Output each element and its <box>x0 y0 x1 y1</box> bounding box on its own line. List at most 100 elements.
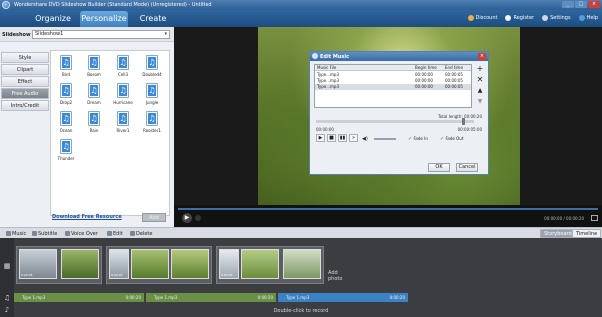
music-file-icon <box>117 83 129 98</box>
seek-slider[interactable] <box>316 118 474 125</box>
music-file-item[interactable]: Ocean <box>54 111 78 135</box>
audio-clip[interactable]: Type 1.mp3 0:00:20 <box>278 293 408 302</box>
trim-button[interactable]: ▮▮ <box>338 134 347 142</box>
slide-thumbnail[interactable]: 0:00:05 <box>109 249 129 279</box>
music-file-item[interactable]: Thunder <box>54 139 78 163</box>
close-window-button[interactable]: × <box>588 1 600 8</box>
playback-progress[interactable] <box>178 208 598 210</box>
add-photo-placeholder[interactable]: Add photo <box>328 270 342 282</box>
music-file-item[interactable]: Rain <box>82 111 106 135</box>
maximize-button[interactable]: □ <box>575 1 587 8</box>
tab-timeline[interactable]: Timeline <box>572 229 602 238</box>
slide-thumbnail[interactable] <box>171 249 209 279</box>
column-header[interactable]: End time <box>445 65 463 71</box>
music-button[interactable]: Music <box>6 231 26 237</box>
music-file-label: Dream <box>87 100 101 105</box>
download-free-resource-link[interactable]: Download Free Resource <box>52 214 122 220</box>
discount-link[interactable]: Discount <box>467 15 497 21</box>
music-file-item[interactable]: Rooster1 <box>140 111 164 135</box>
ok-button[interactable]: OK <box>428 163 450 172</box>
music-file-item[interactable]: River1 <box>111 111 135 135</box>
edit-button[interactable]: Edit <box>107 231 123 237</box>
audio-clip-name: Type 1.mp3 <box>154 295 178 300</box>
slide-group[interactable]: 0:00:05 <box>216 246 324 284</box>
music-file-item[interactable]: Dream <box>82 83 106 107</box>
minimize-button[interactable]: _ <box>562 1 574 8</box>
slideshow-select[interactable]: Slideshow1 ▾ <box>32 30 170 39</box>
table-row[interactable]: Type...mp3 00:00:00 00:00:05 <box>315 84 471 90</box>
column-header[interactable]: Begin time <box>415 65 437 71</box>
move-up-button[interactable]: ▲ <box>475 86 485 96</box>
category-style[interactable]: Style <box>1 52 49 63</box>
category-intro-credit[interactable]: Intro/Credit <box>1 100 49 111</box>
fullscreen-icon[interactable] <box>591 215 598 221</box>
seek-handle[interactable] <box>461 118 465 125</box>
fade-in-checkbox[interactable]: ✓ Fade In <box>408 136 428 142</box>
play-button[interactable]: ▶ <box>316 134 325 142</box>
slide-thumbnail[interactable] <box>61 249 99 279</box>
music-file-item[interactable]: Doubled4 <box>140 55 164 79</box>
music-file-item[interactable]: Bird <box>54 55 78 79</box>
fade-out-checkbox[interactable]: ✓ Fade Out <box>440 136 463 142</box>
add-button[interactable]: Add <box>142 213 166 222</box>
cancel-button[interactable]: Cancel <box>456 163 478 172</box>
delete-icon <box>130 231 135 236</box>
category-clipart[interactable]: Clipart <box>1 64 49 75</box>
voice-over-label: Voice Over <box>71 231 98 237</box>
add-music-button[interactable]: + <box>475 64 485 74</box>
slide-thumbnail[interactable] <box>131 249 169 279</box>
tab-create[interactable]: Create <box>130 11 176 27</box>
time-end: 00:00:05:00 <box>457 127 482 132</box>
audio-clip[interactable]: Type 1.mp3 0:00:20 <box>146 293 276 302</box>
music-file-item[interactable]: Jungle <box>140 83 164 107</box>
subtitle-button[interactable]: Subtitle <box>32 231 57 237</box>
music-file-icon <box>60 55 72 70</box>
music-table: Music File Begin time End time Type...mp… <box>314 64 472 108</box>
delete-button[interactable]: Delete <box>130 231 152 237</box>
settings-link[interactable]: Settings <box>542 15 571 21</box>
table-header: Music File Begin time End time <box>315 65 471 71</box>
volume-icon: ◀) <box>362 136 368 142</box>
music-file-icon <box>88 83 100 98</box>
tab-personalize[interactable]: Personalize <box>80 11 128 27</box>
category-effect[interactable]: Effect <box>1 76 49 87</box>
record-hint[interactable]: Double-click to record <box>0 308 602 314</box>
music-file-item[interactable]: Drop2 <box>54 83 78 107</box>
slideshow-select-value: Slideshow1 <box>35 31 64 37</box>
music-file-item[interactable]: Bosom <box>82 55 106 79</box>
register-link[interactable]: Register <box>505 15 534 21</box>
audio-clip-duration: 0:00:20 <box>257 295 273 300</box>
slide-group[interactable]: 0:00:05 <box>16 246 102 284</box>
fade-out-label: Fade Out <box>445 136 464 141</box>
move-down-button[interactable]: ▼ <box>475 97 485 107</box>
audio-clip[interactable]: Type 1.mp3 0:00:20 <box>14 293 144 302</box>
total-length: Total length: 00:00:20 <box>438 114 482 119</box>
remove-music-button[interactable]: ✕ <box>475 75 485 85</box>
dialog-close-button[interactable]: × <box>478 53 486 60</box>
category-free-audio[interactable]: Free Audio <box>1 88 49 99</box>
slideshow-list-bar: Slideshow list: Slideshow1 ▾ <box>0 27 174 42</box>
column-header[interactable]: Music File <box>317 65 336 71</box>
slide-thumbnail[interactable] <box>241 249 279 279</box>
voice-over-button[interactable]: Voice Over <box>65 231 98 237</box>
music-file-icon <box>117 55 129 70</box>
play-icon[interactable]: ▶ <box>182 213 192 223</box>
music-file-item[interactable]: Hurricane <box>111 83 135 107</box>
stop-button[interactable]: ■ <box>327 134 336 142</box>
tab-storyboard[interactable]: Storyboard <box>540 229 576 238</box>
stop-icon[interactable] <box>195 215 201 221</box>
tab-organize[interactable]: Organize <box>28 11 78 27</box>
music-file-item[interactable]: Cell3 <box>111 55 135 79</box>
slide-thumbnail[interactable]: 0:00:05 <box>219 249 239 279</box>
window-controls: _ □ × <box>562 1 600 8</box>
main-tab-bar: Organize Personalize Create Discount Reg… <box>0 10 602 27</box>
help-icon <box>578 15 585 21</box>
help-link[interactable]: Help <box>578 15 598 21</box>
resource-panel: Slideshow list: Slideshow1 ▾ Style Clipa… <box>0 27 174 227</box>
slide-duration: 0:00:05 <box>21 273 33 277</box>
slide-group[interactable]: 0:00:05 <box>106 246 212 284</box>
forward-button[interactable]: » <box>349 134 358 142</box>
slide-thumbnail[interactable] <box>283 249 321 279</box>
slide-thumbnail[interactable]: 0:00:05 <box>19 249 57 279</box>
volume-slider[interactable] <box>374 138 396 140</box>
